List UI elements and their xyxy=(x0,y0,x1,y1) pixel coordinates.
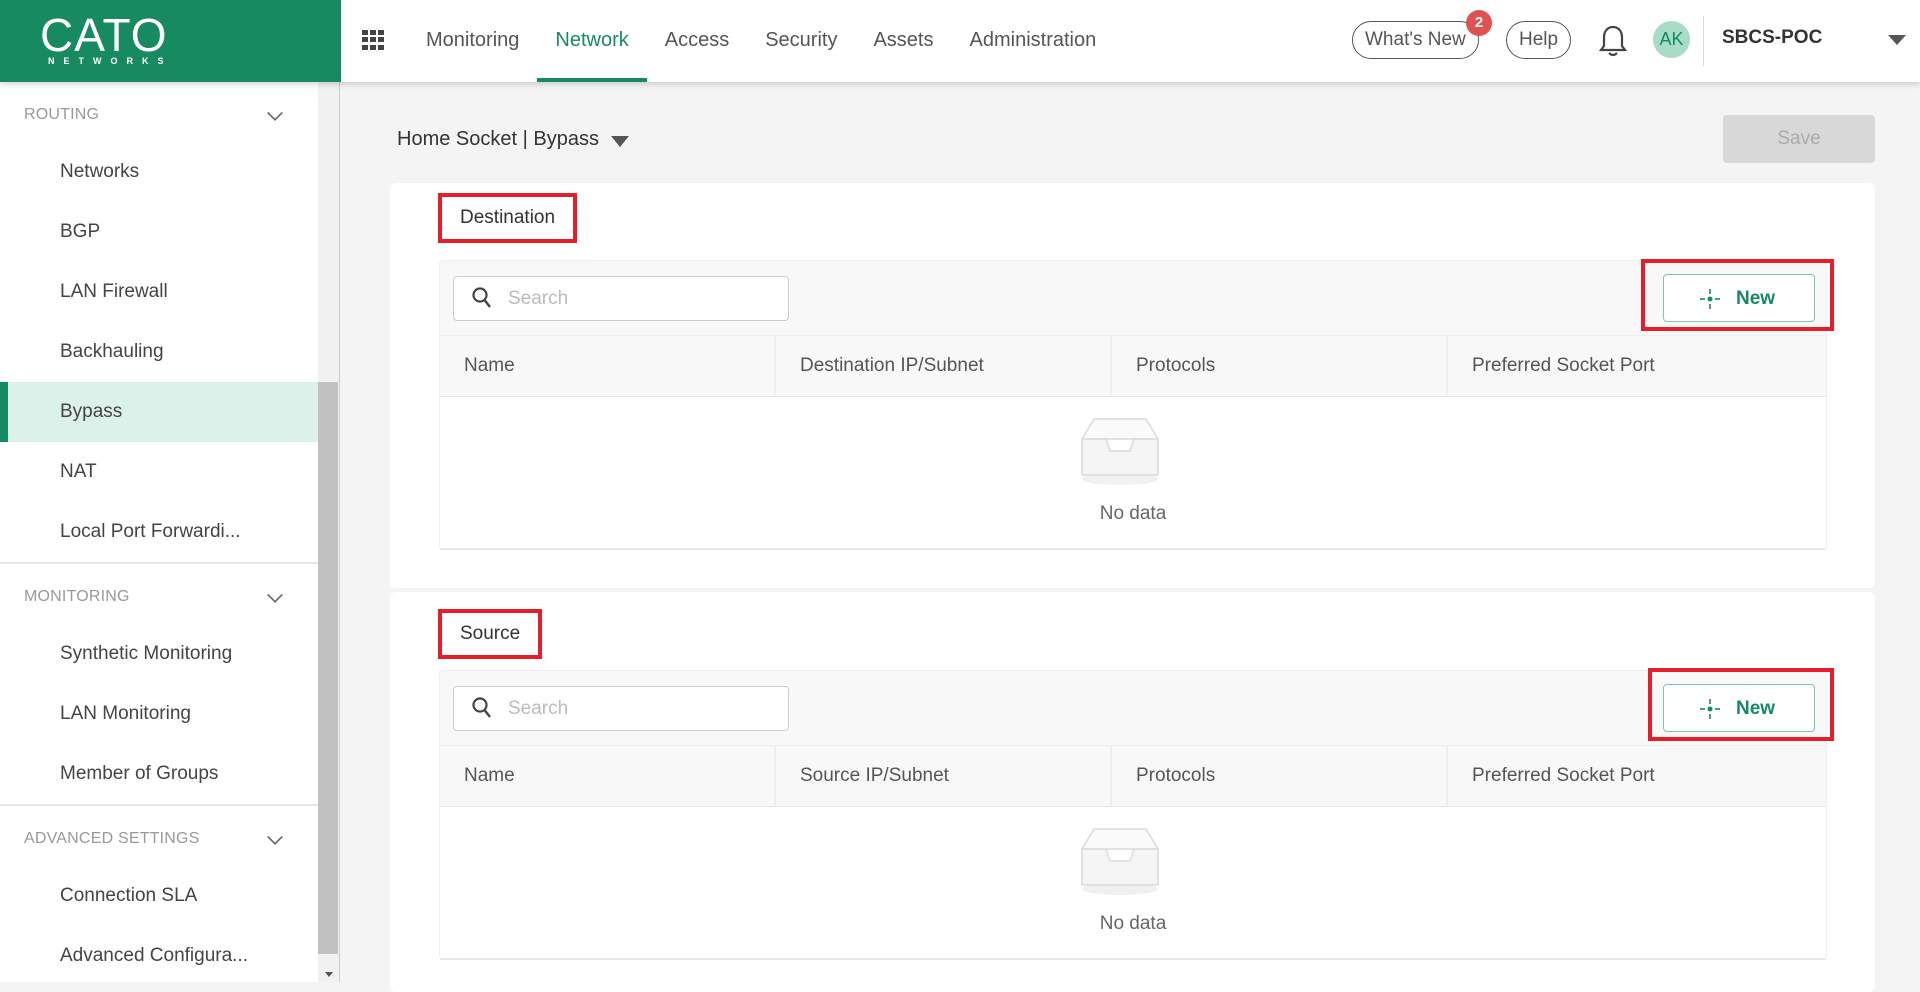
sidebar-item-synthetic-monitoring[interactable]: Synthetic Monitoring xyxy=(0,624,318,684)
destination-card: Destination New Na xyxy=(390,183,1875,588)
column-header[interactable]: Source IP/Subnet xyxy=(776,746,1112,806)
sidebar-item-local-port-forwarding[interactable]: Local Port Forwardi... xyxy=(0,502,318,562)
section-title-source: Source xyxy=(438,609,543,659)
search-icon xyxy=(472,287,491,308)
search-box[interactable] xyxy=(453,276,789,321)
save-button[interactable]: Save xyxy=(1723,115,1875,163)
search-box[interactable] xyxy=(453,686,789,731)
breadcrumb: Home Socket | Bypass xyxy=(397,128,599,150)
new-button-label: New xyxy=(1736,288,1776,309)
table-header: Name Destination IP/Subnet Protocols Pre… xyxy=(440,335,1826,397)
column-header[interactable]: Protocols xyxy=(1112,336,1448,396)
sidebar: ROUTING Networks BGP LAN Firewall Backha… xyxy=(0,82,318,982)
chevron-down-icon[interactable] xyxy=(267,587,283,603)
new-source-button[interactable]: New xyxy=(1663,684,1815,732)
sidebar-item-bgp[interactable]: BGP xyxy=(0,202,318,262)
new-button-label: New xyxy=(1736,698,1776,719)
empty-text: No data xyxy=(1099,913,1167,934)
sidebar-item-connection-sla[interactable]: Connection SLA xyxy=(0,866,318,926)
account-name[interactable]: SBCS-POC xyxy=(1722,27,1822,49)
sidebar-item-backhauling[interactable]: Backhauling xyxy=(0,322,318,382)
section-label: MONITORING xyxy=(24,588,130,605)
sidebar-scrollbar-thumb[interactable] xyxy=(318,382,338,954)
table-body: No data xyxy=(440,397,1826,550)
source-table: New Name Source IP/Subnet Protocols Pref… xyxy=(439,670,1827,960)
sidebar-item-lan-monitoring[interactable]: LAN Monitoring xyxy=(0,684,318,744)
sidebar-section-advanced-settings[interactable]: ADVANCED SETTINGS xyxy=(0,806,318,866)
bell-icon[interactable] xyxy=(1598,24,1628,58)
column-header[interactable]: Preferred Socket Port xyxy=(1448,336,1826,396)
whats-new-badge: 2 xyxy=(1466,10,1492,36)
logo-subtext: NETWORKS xyxy=(48,56,173,66)
section-label: ROUTING xyxy=(24,106,100,123)
sidebar-section-routing[interactable]: ROUTING xyxy=(0,82,318,142)
search-input[interactable] xyxy=(508,695,768,723)
column-header[interactable]: Name xyxy=(440,336,776,396)
apps-grid-icon[interactable] xyxy=(362,30,384,50)
site-dropdown-icon[interactable] xyxy=(611,136,629,147)
chevron-down-icon[interactable] xyxy=(267,105,283,121)
table-header: Name Source IP/Subnet Protocols Preferre… xyxy=(440,745,1826,807)
column-header[interactable]: Name xyxy=(440,746,776,806)
sidebar-item-bypass[interactable]: Bypass xyxy=(0,382,318,442)
column-header[interactable]: Preferred Socket Port xyxy=(1448,746,1826,806)
help-button[interactable]: Help xyxy=(1506,21,1572,59)
new-icon xyxy=(1700,699,1720,719)
top-bar: CATO NETWORKS Monitoring Network Access … xyxy=(0,0,1920,82)
sidebar-item-member-of-groups[interactable]: Member of Groups xyxy=(0,744,318,804)
empty-inbox-icon xyxy=(1080,828,1160,895)
new-destination-button[interactable]: New xyxy=(1663,274,1815,322)
sidebar-item-networks[interactable]: Networks xyxy=(0,142,318,202)
new-icon xyxy=(1700,289,1720,309)
section-label: ADVANCED SETTINGS xyxy=(24,830,200,847)
table-body: No data xyxy=(440,807,1826,960)
search-icon xyxy=(472,697,491,718)
source-card: Source New Name xyxy=(390,592,1875,992)
table-toolbar: New xyxy=(440,671,1826,745)
column-header[interactable]: Protocols xyxy=(1112,746,1448,806)
sidebar-item-lan-firewall[interactable]: LAN Firewall xyxy=(0,262,318,322)
whats-new-button[interactable]: What's New xyxy=(1352,21,1479,59)
destination-table: New Name Destination IP/Subnet Protocols… xyxy=(439,260,1827,550)
table-toolbar: New xyxy=(440,261,1826,335)
logo[interactable]: CATO NETWORKS xyxy=(0,0,341,82)
divider xyxy=(1703,16,1704,66)
nav-network[interactable]: Network xyxy=(537,0,648,82)
nav-security[interactable]: Security xyxy=(747,0,855,82)
section-title-destination: Destination xyxy=(438,193,578,243)
account-dropdown-icon[interactable] xyxy=(1888,35,1906,45)
nav-administration[interactable]: Administration xyxy=(952,0,1115,82)
logo-text: CATO xyxy=(40,9,168,61)
empty-text: No data xyxy=(1099,503,1167,524)
nav-access[interactable]: Access xyxy=(647,0,747,82)
empty-inbox-icon xyxy=(1080,418,1160,485)
chevron-down-icon[interactable] xyxy=(267,829,283,845)
sidebar-item-nat[interactable]: NAT xyxy=(0,442,318,502)
main-nav: Monitoring Network Access Security Asset… xyxy=(408,0,1114,82)
avatar[interactable]: AK xyxy=(1653,21,1690,58)
scroll-down-arrow-icon[interactable] xyxy=(325,972,333,977)
sidebar-section-monitoring[interactable]: MONITORING xyxy=(0,564,318,624)
sidebar-item-advanced-configuration[interactable]: Advanced Configura... xyxy=(0,926,318,982)
nav-assets[interactable]: Assets xyxy=(855,0,951,82)
nav-monitoring[interactable]: Monitoring xyxy=(408,0,537,82)
search-input[interactable] xyxy=(508,285,768,313)
column-header[interactable]: Destination IP/Subnet xyxy=(776,336,1112,396)
